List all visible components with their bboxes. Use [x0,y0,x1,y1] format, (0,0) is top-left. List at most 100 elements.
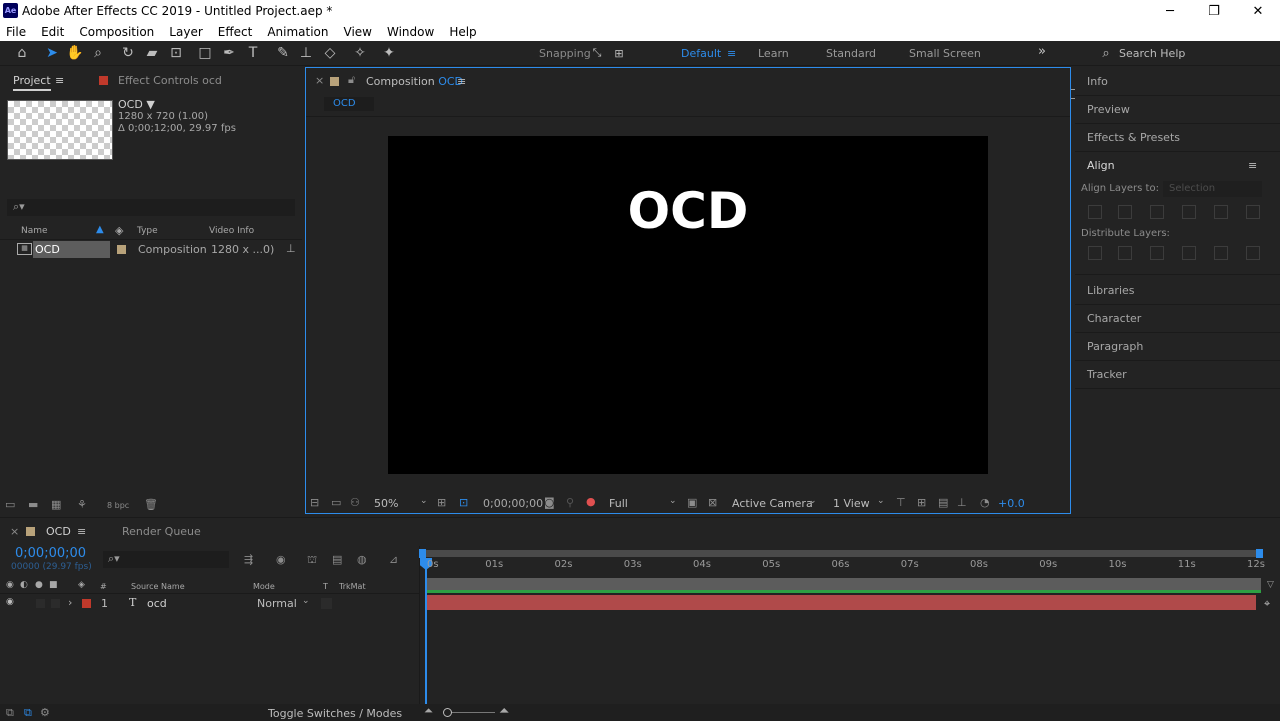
timeline-end-icon[interactable]: ▽ [1267,580,1274,590]
comp-mini-flowchart-icon[interactable]: ⇶ [244,553,253,566]
column-name[interactable]: Name [21,226,48,236]
draft-3d-icon[interactable]: ◉ [276,553,286,566]
align-left-icon[interactable] [1088,205,1102,219]
monitor-icon[interactable]: ▭ [331,496,341,509]
distribute-vertical-center-icon[interactable] [1118,246,1132,260]
distribute-bottom-icon[interactable] [1150,246,1164,260]
layer-end-icon[interactable]: ⌖ [1264,597,1270,611]
camera-tool-icon[interactable]: ▰ [143,44,161,62]
zoom-slider[interactable] [445,712,495,713]
lock-toggle[interactable] [51,599,60,608]
distribute-right-icon[interactable] [1246,246,1260,260]
transparency-grid-icon[interactable]: ⊠ [708,496,717,509]
in-out-icon[interactable]: ⚙ [40,706,50,719]
work-area-bar[interactable] [422,550,1260,557]
close-button[interactable]: ✕ [1236,0,1280,22]
transfer-controls-icon[interactable]: ⧉ [24,706,32,720]
channel-icon[interactable]: ● [586,495,596,508]
rotate-tool-icon[interactable]: ↻ [119,44,137,62]
restore-button[interactable]: ❐ [1192,0,1236,22]
eye-icon[interactable]: ◉ [6,580,14,590]
panel-character[interactable]: Character [1087,312,1141,325]
project-item-name[interactable]: OCD [33,241,110,258]
flowchart-icon[interactable]: ⊥ [286,242,296,255]
tab-timeline-ocd[interactable]: OCD [46,525,71,538]
composition-menu-icon[interactable]: ≡ [457,75,466,88]
tab-effect-controls[interactable]: Effect Controls ocd [118,74,222,87]
distribute-horizontal-center-icon[interactable] [1214,246,1228,260]
toggle-pixel-aspect-icon[interactable]: ⊤ [896,496,906,509]
shy-layers-icon[interactable]: ⛫ [307,553,317,568]
align-to-dropdown[interactable]: Selection [1163,181,1262,197]
work-area-end-handle[interactable] [1256,549,1263,558]
flowchart-icon[interactable]: ⊥ [957,496,967,509]
minimize-button[interactable]: ─ [1148,0,1192,22]
layer-row[interactable]: ◉ › 1 T ocd Normal ⌄ [0,595,419,612]
layer-switches-icon[interactable]: ⧉ [6,706,14,720]
exposure-value[interactable]: +0.0 [998,497,1025,510]
column-video-info[interactable]: Video Info [209,226,254,236]
camera-dropdown[interactable]: Active Camera [732,497,813,510]
lock-icon[interactable]: ■ [49,580,58,590]
fast-previews-icon[interactable]: ▣ [687,496,697,509]
motion-blur-icon[interactable]: ◍ [357,553,367,566]
timeline-search-input[interactable]: ⌕▾ [103,551,229,568]
playhead[interactable] [425,558,427,721]
panel-align-title[interactable]: Align [1087,159,1115,172]
workspace-default[interactable]: Default [681,47,721,60]
comp-breadcrumb[interactable]: OCD [324,97,374,111]
workspace-small-screen[interactable]: Small Screen [909,47,981,60]
distribute-left-icon[interactable] [1182,246,1196,260]
lock-icon[interactable]: 🔓︎ [348,73,355,87]
export-frame-icon[interactable]: ⊞ [917,496,926,509]
tab-project[interactable]: Project [13,74,51,91]
snap-edges-icon[interactable]: ⤡ [588,44,606,62]
roto-brush-tool-icon[interactable]: ✧ [351,44,369,62]
new-folder-icon[interactable]: ▬ [28,498,38,511]
selection-tool-icon[interactable]: ➤ [43,44,61,62]
hand-tool-icon[interactable]: ✋ [66,44,84,62]
type-tool-icon[interactable]: T [244,44,262,62]
panel-effects-presets[interactable]: Effects & Presets [1087,131,1180,144]
work-area-start-handle[interactable] [419,549,426,558]
chevron-down-icon[interactable]: ⌄ [877,496,885,506]
trash-icon[interactable]: 🗑 [144,498,158,511]
column-hash[interactable]: # [100,582,107,591]
puppet-tool-icon[interactable]: ✦ [380,44,398,62]
align-top-icon[interactable] [1182,205,1196,219]
column-trkmat[interactable]: TrkMat [339,582,366,591]
panel-libraries[interactable]: Libraries [1087,284,1135,297]
tab-composition[interactable]: Composition OCD [366,75,463,88]
pan-behind-tool-icon[interactable]: ⊡ [167,44,185,62]
layer-name[interactable]: ocd [147,597,167,610]
clone-stamp-tool-icon[interactable]: ⊥ [297,44,315,62]
zoom-out-icon[interactable]: ⏶ [424,704,433,718]
brush-tool-icon[interactable]: ✎ [274,44,292,62]
menu-file[interactable]: File [6,25,26,39]
title-action-safe-icon[interactable]: ⊞ [437,496,446,509]
eye-icon[interactable]: ◉ [6,597,14,607]
align-bottom-icon[interactable] [1246,205,1260,219]
rectangle-tool-icon[interactable]: □ [196,44,214,62]
panel-tracker[interactable]: Tracker [1087,368,1127,381]
zoom-in-icon[interactable]: ⏶ [499,704,509,719]
label-column-icon[interactable]: ◈ [115,224,123,237]
column-source-name[interactable]: Source Name [131,582,185,591]
reset-exposure-icon[interactable]: ◔ [980,496,990,509]
snap-grid-icon[interactable]: ⊞ [610,44,628,62]
workspace-menu-icon[interactable]: ≡ [727,47,736,60]
solo-toggle[interactable] [36,599,45,608]
chevron-down-icon[interactable]: ⌄ [302,596,310,606]
menu-view[interactable]: View [344,25,372,39]
zoom-dropdown[interactable]: 50% [374,497,398,510]
menu-effect[interactable]: Effect [218,25,253,39]
graph-editor-icon[interactable]: ⊿ [389,553,398,566]
label-swatch[interactable] [117,245,126,254]
tab-render-queue[interactable]: Render Queue [122,525,201,538]
menu-edit[interactable]: Edit [41,25,64,39]
resolution-dropdown[interactable]: Full [609,497,628,510]
bpc-label[interactable]: 8 bpc [107,501,129,510]
pen-tool-icon[interactable]: ✒ [220,44,238,62]
distribute-top-icon[interactable] [1088,246,1102,260]
expand-layer-icon[interactable]: › [68,596,72,609]
